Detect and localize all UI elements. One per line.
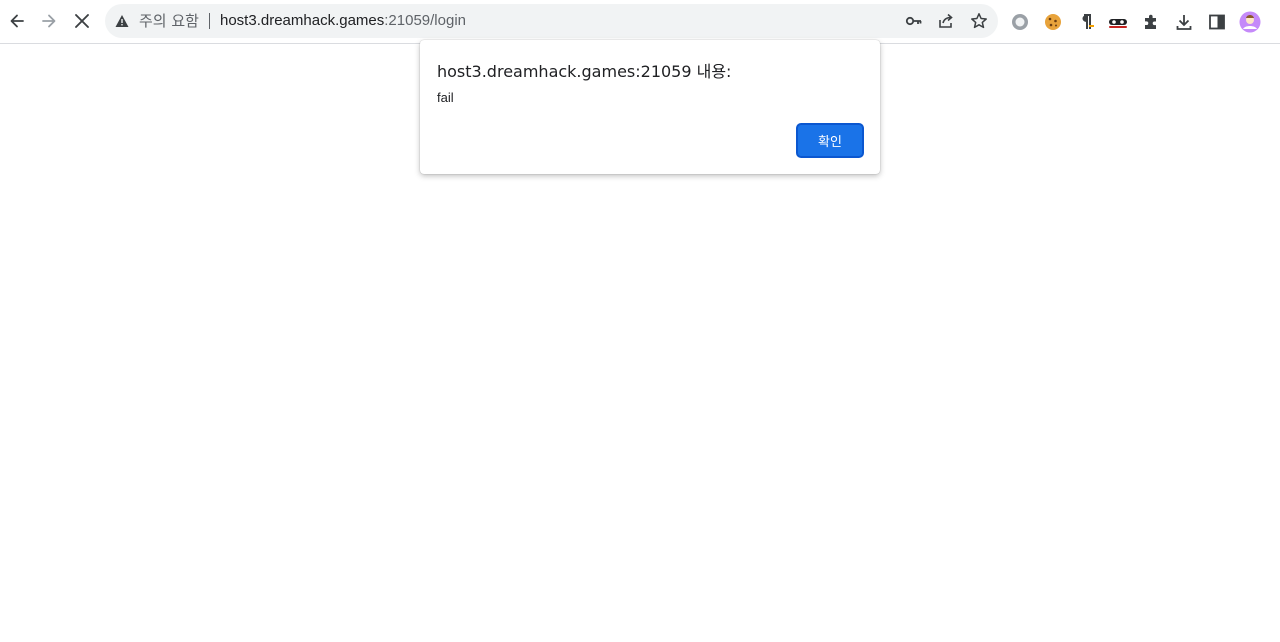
mask-icon[interactable] bbox=[1107, 11, 1129, 33]
warning-triangle-icon[interactable] bbox=[115, 14, 129, 28]
security-status-label[interactable]: 주의 요함 bbox=[139, 4, 199, 38]
alert-dialog: host3.dreamhack.games:21059 내용: fail 확인 bbox=[420, 40, 880, 174]
cookie-icon[interactable] bbox=[1042, 11, 1064, 33]
address-bar[interactable]: 주의 요함 host3.dreamhack.games:21059/login bbox=[105, 4, 998, 38]
stop-button[interactable] bbox=[67, 6, 97, 36]
profile-avatar-icon[interactable] bbox=[1239, 11, 1261, 33]
ok-button[interactable]: 확인 bbox=[796, 123, 864, 158]
key-icon[interactable] bbox=[904, 11, 924, 31]
pilcrow-icon[interactable] bbox=[1075, 11, 1097, 33]
star-icon[interactable] bbox=[969, 11, 989, 31]
arrow-left-icon bbox=[10, 14, 24, 28]
close-icon bbox=[75, 14, 89, 28]
circle-extension-icon[interactable] bbox=[1009, 11, 1031, 33]
url-text[interactable]: host3.dreamhack.games:21059/login bbox=[220, 4, 466, 38]
arrow-right-icon bbox=[42, 14, 56, 28]
puzzle-icon[interactable] bbox=[1140, 11, 1162, 33]
dialog-message: fail bbox=[437, 90, 454, 105]
dialog-title: host3.dreamhack.games:21059 내용: bbox=[437, 62, 732, 81]
share-icon[interactable] bbox=[936, 11, 956, 31]
sidepanel-icon[interactable] bbox=[1206, 11, 1228, 33]
forward-button[interactable] bbox=[34, 6, 64, 36]
back-button[interactable] bbox=[2, 6, 32, 36]
url-host: host3.dreamhack.games bbox=[220, 12, 385, 29]
omnibox-separator bbox=[209, 13, 210, 29]
download-icon[interactable] bbox=[1173, 11, 1195, 33]
browser-toolbar: 주의 요함 host3.dreamhack.games:21059/login bbox=[0, 0, 1280, 44]
url-path: :21059/login bbox=[384, 12, 467, 29]
